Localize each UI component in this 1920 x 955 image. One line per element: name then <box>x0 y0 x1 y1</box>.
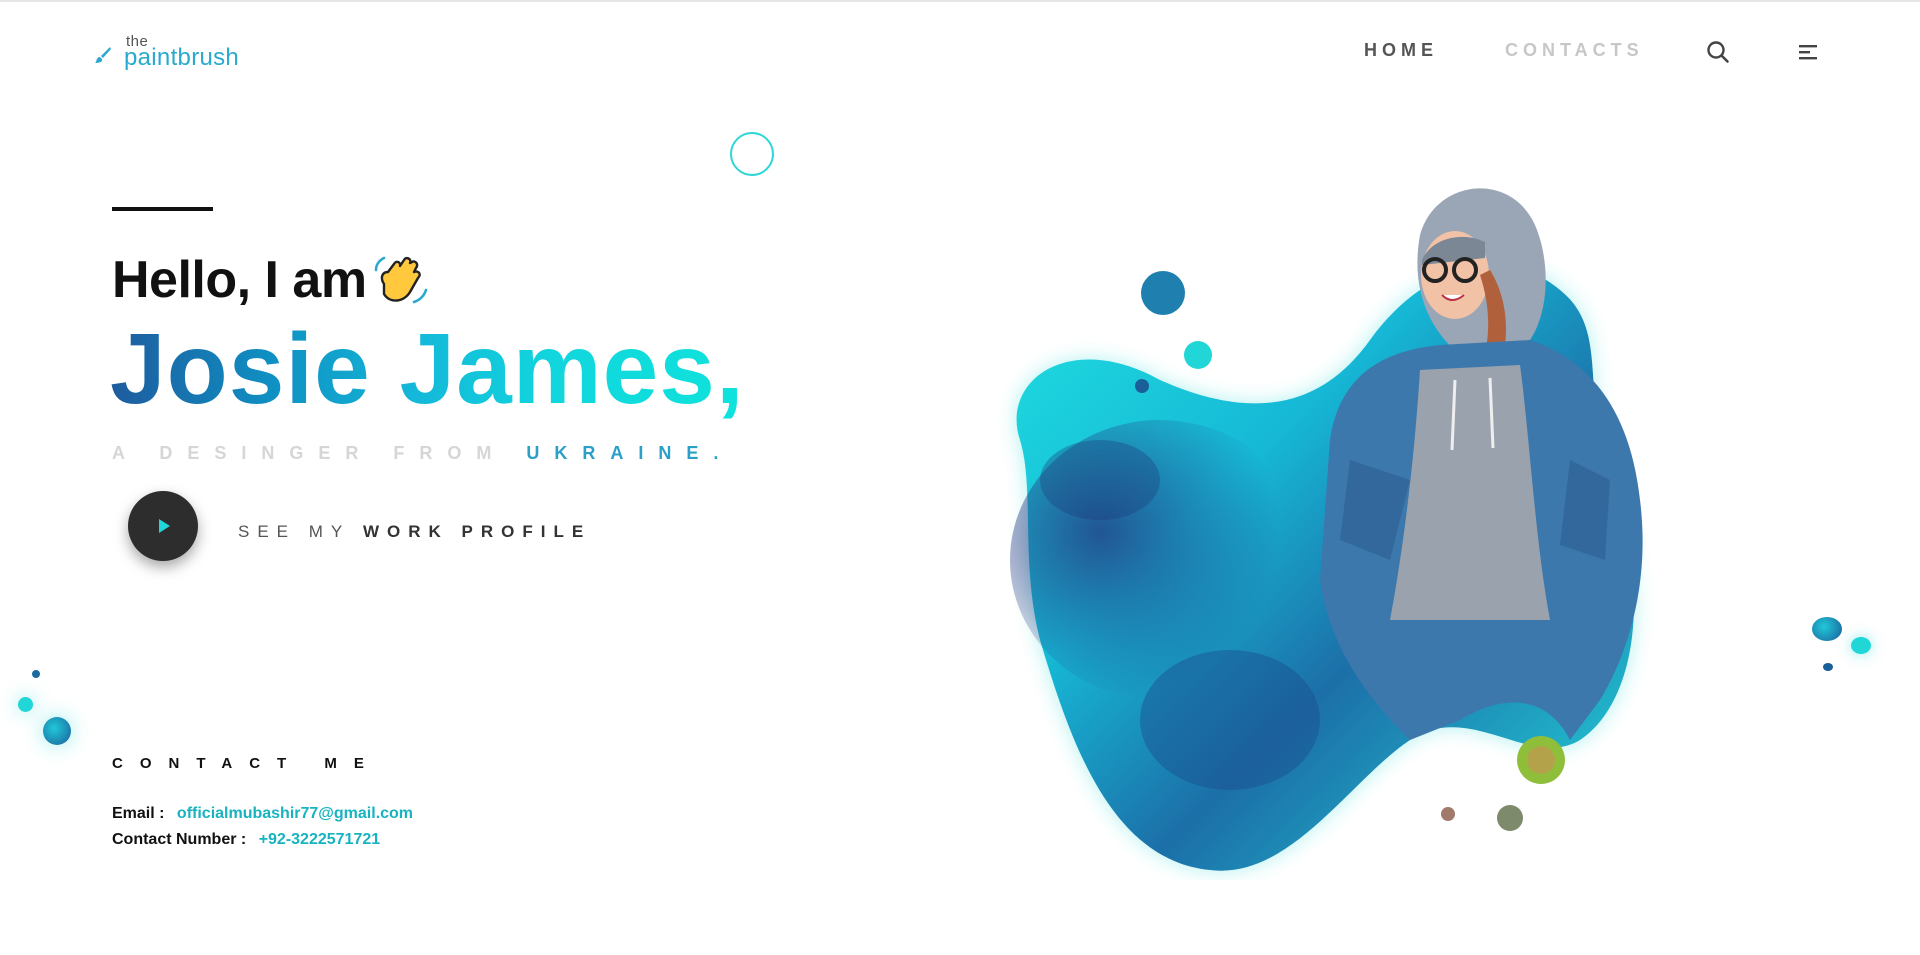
decorative-ring <box>730 132 774 176</box>
paintbrush-icon <box>95 47 111 63</box>
bubble-dot <box>1823 663 1833 671</box>
hero-rule <box>112 207 213 211</box>
hero-name: Josie James, <box>110 313 745 425</box>
search-icon[interactable] <box>1706 40 1730 64</box>
work-profile-link[interactable]: SEE MY WORK PROFILE <box>238 522 591 542</box>
tagline-muted: A DESINGER FROM <box>112 443 507 463</box>
email-link[interactable]: officialmubashir77@gmail.com <box>177 805 413 822</box>
bubble-dot <box>43 717 71 745</box>
phone-row: Contact Number : +92-3222571721 <box>112 831 380 849</box>
play-icon <box>159 519 170 533</box>
email-row: Email : officialmubashir77@gmail.com <box>112 805 413 823</box>
waving-hand-icon <box>374 256 428 304</box>
tagline-accent: UKRAINE. <box>526 443 734 463</box>
bubble-dot <box>18 697 33 712</box>
bubble-dot <box>1441 807 1455 821</box>
logo-name-text: paintbrush <box>124 44 240 71</box>
contact-title: CONTACT ME <box>112 755 381 772</box>
hero-greeting: Hello, I am <box>112 251 367 309</box>
top-border <box>0 0 1920 2</box>
work-link-bold: WORK PROFILE <box>362 522 592 541</box>
bubble-dot <box>1497 805 1523 831</box>
nav-home-link[interactable]: HOME <box>1364 40 1438 61</box>
phone-link[interactable]: +92-3222571721 <box>259 831 380 848</box>
nav-contacts-link[interactable]: CONTACTS <box>1505 40 1644 61</box>
menu-icon[interactable] <box>1797 42 1819 62</box>
work-link-light: SEE MY <box>238 522 351 541</box>
bubble-dot <box>1184 341 1212 369</box>
bubble-dot <box>1141 271 1185 315</box>
bubble-dot <box>1812 617 1842 641</box>
bubble-dot <box>32 670 40 678</box>
bubble-dot <box>1851 637 1871 654</box>
play-button[interactable] <box>128 491 198 561</box>
email-label: Email : <box>112 805 165 822</box>
person-photo <box>1320 188 1643 740</box>
bubble-dot <box>1135 379 1149 393</box>
phone-label: Contact Number : <box>112 831 247 848</box>
hero-tagline: A DESINGER FROM UKRAINE. <box>112 443 733 464</box>
hero-illustration <box>1010 188 1643 871</box>
